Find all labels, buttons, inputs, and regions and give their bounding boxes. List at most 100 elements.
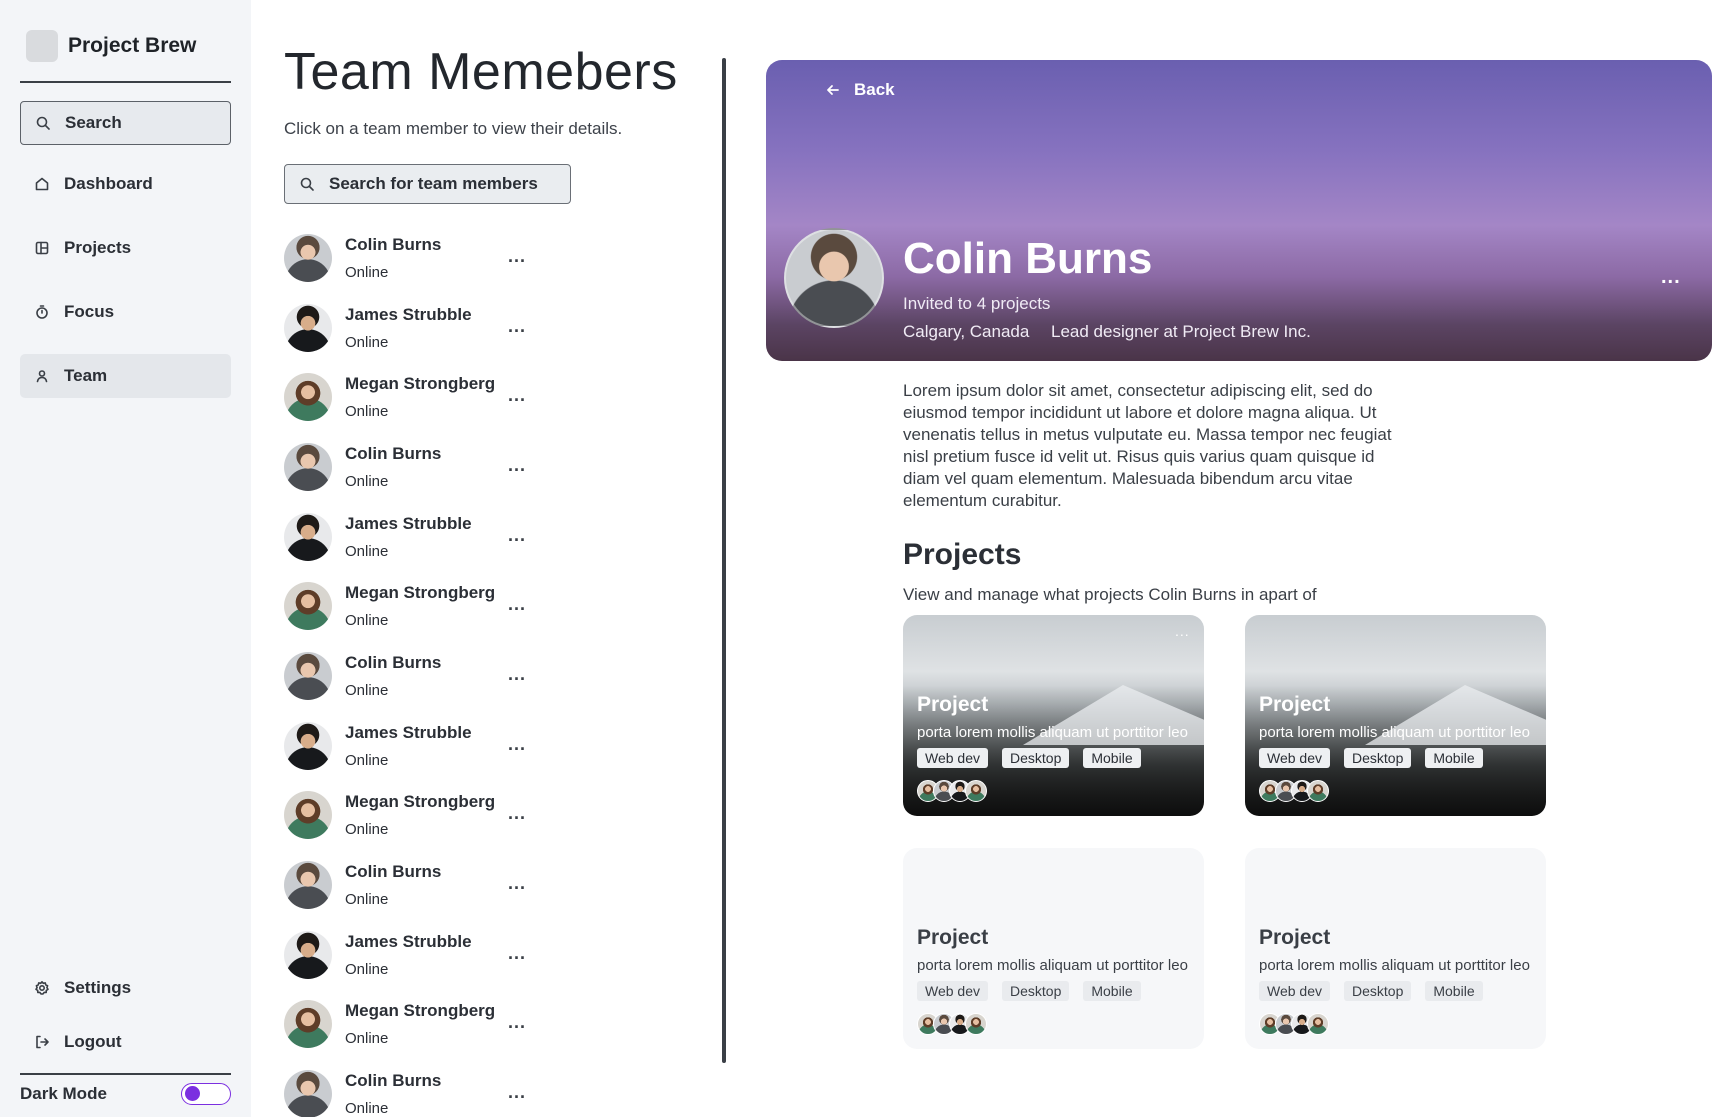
- member-name: Colin Burns: [345, 444, 442, 463]
- team-member-row[interactable]: Megan Strongberg Online...: [284, 789, 534, 841]
- toggle-knob: [185, 1086, 200, 1101]
- team-search-field[interactable]: [284, 164, 571, 204]
- sidebar-item-label: Focus: [64, 302, 115, 321]
- member-name: Colin Burns: [345, 862, 442, 881]
- team-member-row[interactable]: James Strubble Online...: [284, 302, 534, 354]
- team-member-row[interactable]: Colin Burns Online...: [284, 441, 534, 493]
- member-text: Megan Strongberg Online: [345, 1001, 495, 1047]
- project-card[interactable]: Project porta lorem mollis aliquam ut por…: [1245, 848, 1546, 1049]
- project-description: porta lorem mollis aliquam ut porttitor …: [1259, 724, 1530, 741]
- profile-header: Back Colin Burns Invited to 4 projects C…: [766, 60, 1712, 361]
- avatar: [1307, 1013, 1329, 1035]
- team-member-row[interactable]: James Strubble Online...: [284, 720, 534, 772]
- avatar: [965, 1013, 987, 1035]
- project-members: [1259, 780, 1329, 802]
- member-more-button[interactable]: ...: [508, 525, 526, 546]
- column-divider[interactable]: [722, 58, 726, 1063]
- member-text: James Strubble Online: [345, 723, 472, 769]
- project-tags: Web dev Desktop Mobile: [1259, 981, 1483, 1001]
- member-more-button[interactable]: ...: [508, 943, 526, 964]
- team-member-row[interactable]: Colin Burns Online...: [284, 232, 534, 284]
- member-status: Online: [345, 891, 389, 908]
- brand: Project Brew: [26, 30, 196, 62]
- sidebar-item-label: Dashboard: [64, 174, 153, 193]
- member-more-button[interactable]: ...: [508, 594, 526, 615]
- team-member-row[interactable]: Colin Burns Online...: [284, 859, 534, 911]
- avatar: [1307, 780, 1329, 802]
- profile-more-button[interactable]: ...: [1661, 266, 1681, 289]
- dark-mode-label: Dark Mode: [20, 1084, 107, 1103]
- member-name: Colin Burns: [345, 1071, 442, 1090]
- member-more-button[interactable]: ...: [508, 664, 526, 685]
- timer-icon: [34, 304, 50, 320]
- member-more-button[interactable]: ...: [508, 734, 526, 755]
- member-more-button[interactable]: ...: [508, 873, 526, 894]
- member-name: Colin Burns: [345, 653, 442, 672]
- project-more-button[interactable]: ...: [1175, 623, 1190, 639]
- project-members: [1259, 1013, 1329, 1035]
- member-text: James Strubble Online: [345, 932, 472, 978]
- member-name: James Strubble: [345, 305, 472, 324]
- team-member-row[interactable]: James Strubble Online...: [284, 511, 534, 563]
- sidebar-item-focus[interactable]: Focus: [20, 290, 231, 334]
- project-title: Project: [917, 926, 989, 949]
- project-description: porta lorem mollis aliquam ut porttitor …: [1259, 957, 1530, 974]
- search-icon: [35, 115, 51, 131]
- member-more-button[interactable]: ...: [508, 455, 526, 476]
- project-card[interactable]: Project porta lorem mollis aliquam ut por…: [1245, 615, 1546, 816]
- team-member-row[interactable]: James Strubble Online...: [284, 929, 534, 981]
- member-more-button[interactable]: ...: [508, 316, 526, 337]
- member-name: Colin Burns: [345, 235, 442, 254]
- team-member-row[interactable]: Colin Burns Online...: [284, 650, 534, 702]
- project-card[interactable]: Project porta lorem mollis aliquam ut por…: [903, 848, 1204, 1049]
- member-more-button[interactable]: ...: [508, 246, 526, 267]
- dark-mode-toggle[interactable]: [181, 1083, 231, 1105]
- gear-icon: [34, 980, 50, 996]
- team-search-input[interactable]: [329, 174, 559, 194]
- team-member-row[interactable]: Colin Burns Online...: [284, 1068, 534, 1117]
- team-member-row[interactable]: Megan Strongberg Online...: [284, 998, 534, 1050]
- project-tag: Mobile: [1425, 981, 1483, 1001]
- team-member-row[interactable]: Megan Strongberg Online...: [284, 580, 534, 632]
- layout-icon: [34, 240, 50, 256]
- sidebar-item-team[interactable]: Team: [20, 354, 231, 398]
- member-name: Megan Strongberg: [345, 792, 496, 811]
- search-icon: [299, 176, 315, 192]
- sidebar-item-label: Settings: [64, 978, 132, 997]
- member-status: Online: [345, 1030, 389, 1047]
- member-name: Megan Strongberg: [345, 374, 496, 393]
- avatar: [284, 791, 332, 839]
- avatar: [284, 443, 332, 491]
- member-more-button[interactable]: ...: [508, 385, 526, 406]
- sidebar-item-logout[interactable]: Logout: [20, 1020, 231, 1064]
- sidebar-item-settings[interactable]: Settings: [20, 966, 231, 1010]
- member-status: Online: [345, 1100, 389, 1117]
- back-label: Back: [854, 80, 895, 99]
- project-tag: Desktop: [1002, 748, 1070, 768]
- project-tag: Desktop: [1344, 981, 1412, 1001]
- project-tag: Web dev: [917, 748, 988, 768]
- sidebar-search-button[interactable]: Search: [20, 101, 231, 145]
- member-status: Online: [345, 752, 389, 769]
- member-name: James Strubble: [345, 723, 472, 742]
- member-status: Online: [345, 264, 389, 281]
- sidebar-item-label: Logout: [64, 1032, 122, 1051]
- member-more-button[interactable]: ...: [508, 1012, 526, 1033]
- project-tag: Mobile: [1083, 748, 1141, 768]
- member-status: Online: [345, 473, 389, 490]
- member-more-button[interactable]: ...: [508, 803, 526, 824]
- project-description: porta lorem mollis aliquam ut porttitor …: [917, 957, 1188, 974]
- member-text: Megan Strongberg Online: [345, 792, 495, 838]
- member-more-button[interactable]: ...: [508, 1082, 526, 1103]
- team-member-row[interactable]: Megan Strongberg Online...: [284, 371, 534, 423]
- sidebar-item-projects[interactable]: Projects: [20, 226, 231, 270]
- project-card[interactable]: ... Project porta lorem mollis aliquam ut …: [903, 615, 1204, 816]
- avatar: [284, 513, 332, 561]
- back-button[interactable]: Back: [826, 80, 895, 100]
- avatar: [965, 780, 987, 802]
- sidebar-item-dashboard[interactable]: Dashboard: [20, 162, 231, 206]
- projects-subtitle: View and manage what projects Colin Burn…: [903, 585, 1317, 604]
- sidebar: Project Brew Search Dashboard Projects F…: [0, 0, 251, 1117]
- member-status: Online: [345, 334, 389, 351]
- logout-icon: [34, 1034, 50, 1050]
